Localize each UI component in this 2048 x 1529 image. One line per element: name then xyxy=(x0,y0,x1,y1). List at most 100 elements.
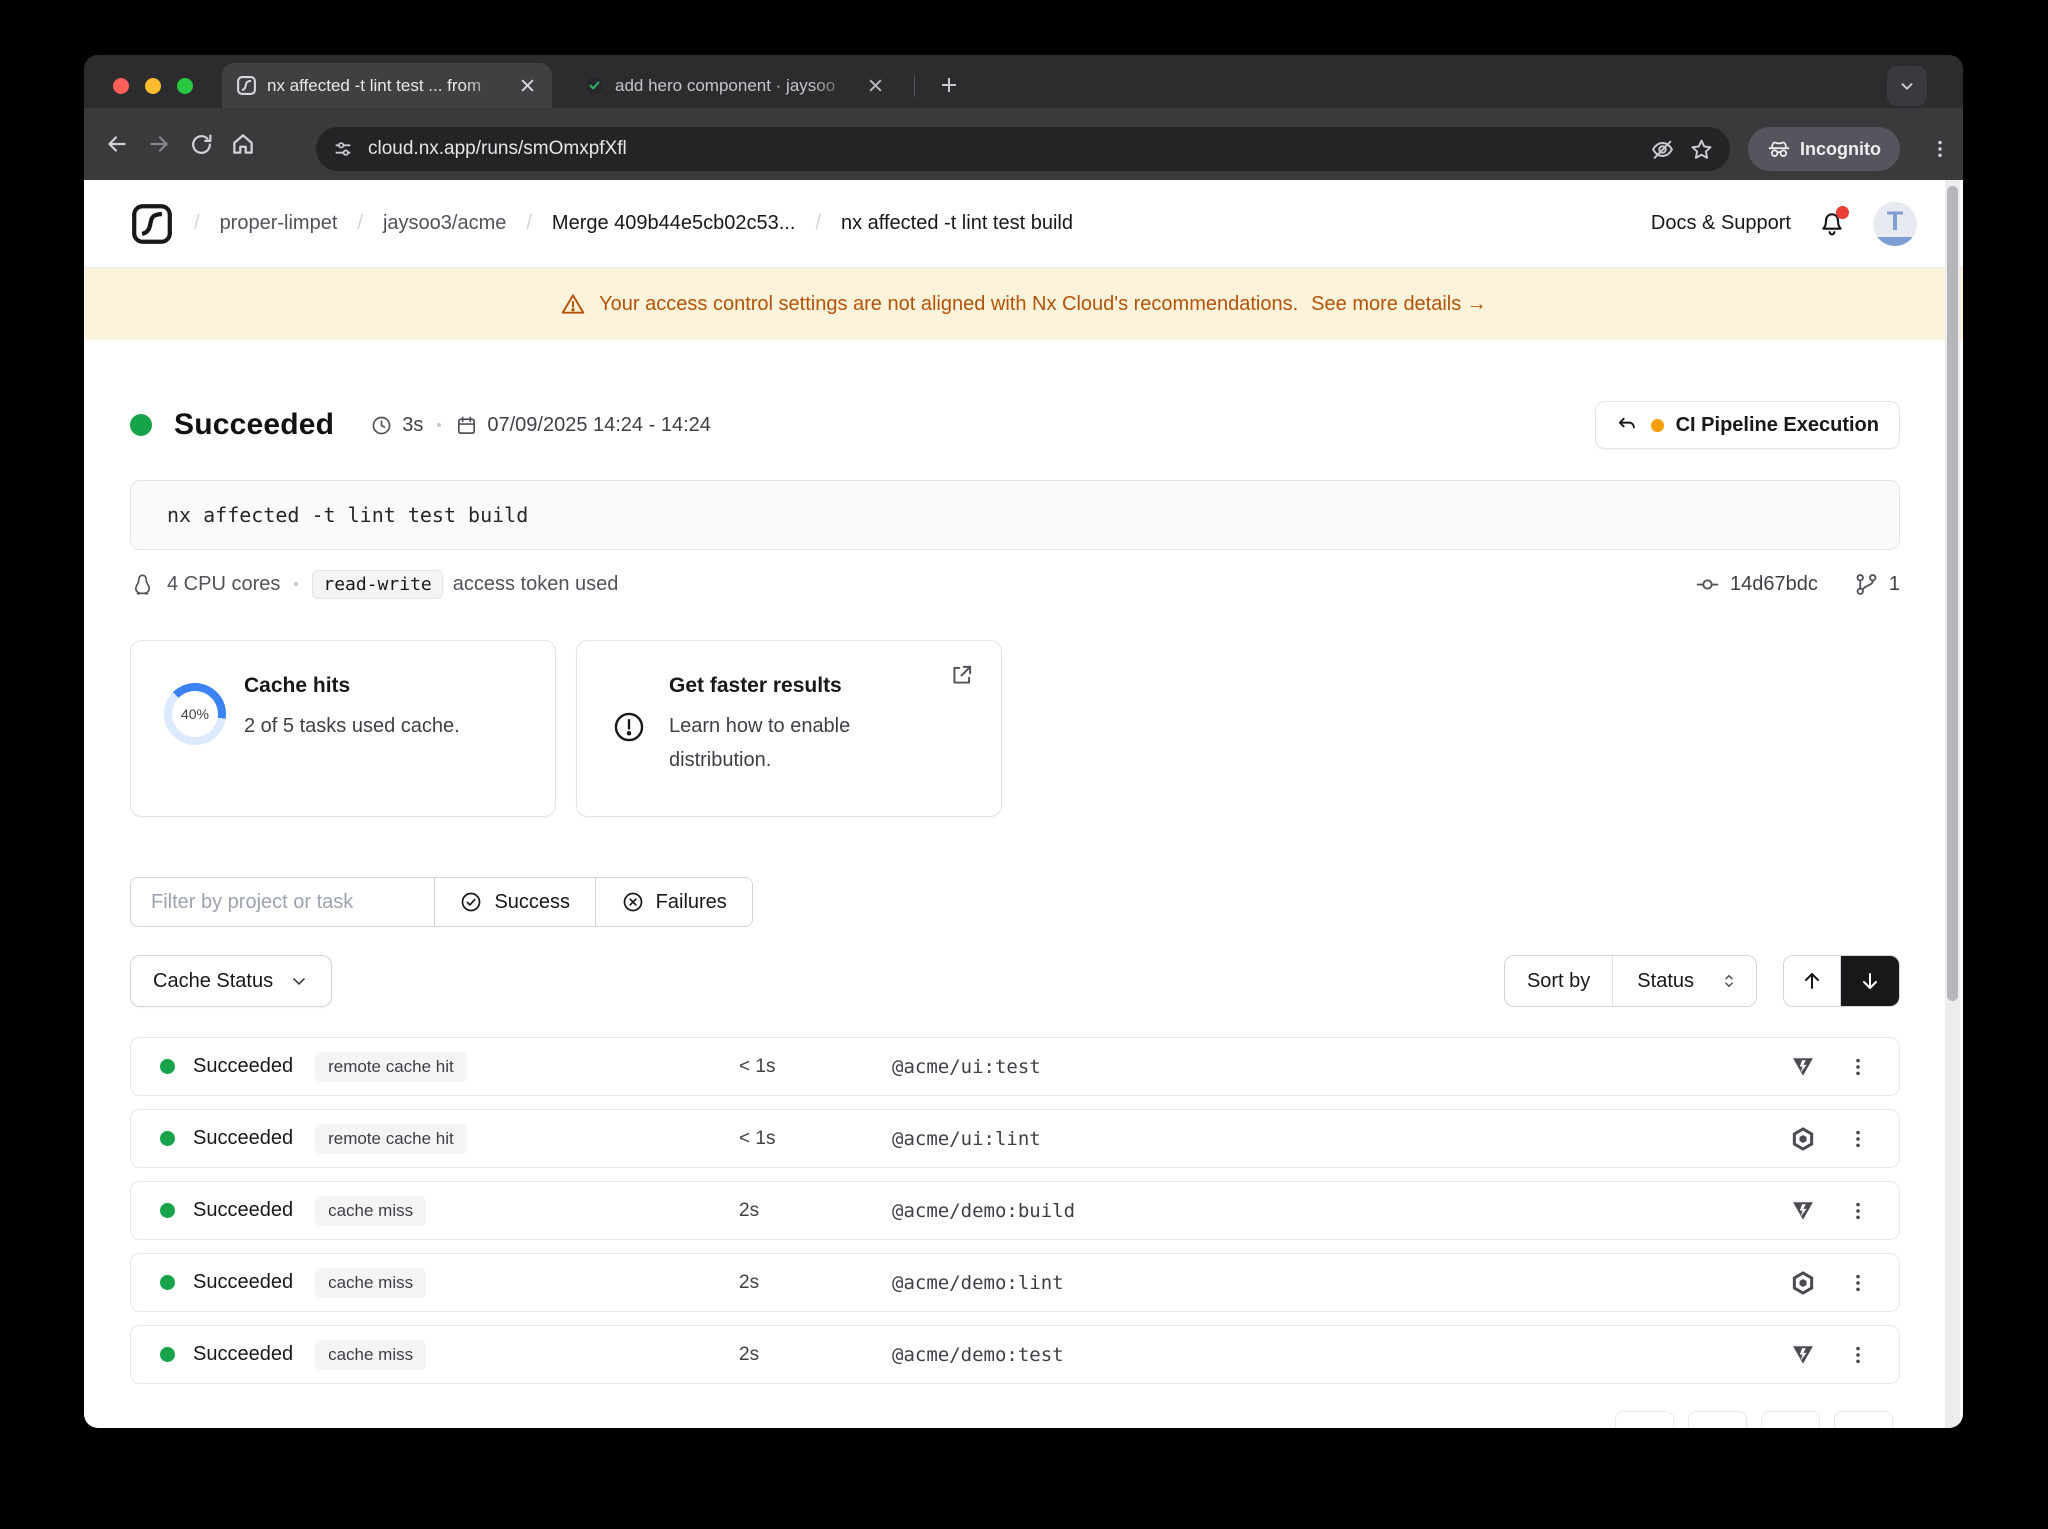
chevron-up-down-icon xyxy=(1720,972,1738,990)
banner-message: Your access control settings are not ali… xyxy=(599,293,1298,316)
clock-icon xyxy=(370,414,393,437)
calendar-icon xyxy=(455,414,478,437)
close-window-button[interactable] xyxy=(113,78,129,94)
task-filter-group: Success Failures xyxy=(130,877,753,927)
docs-support-link[interactable]: Docs & Support xyxy=(1651,212,1791,235)
vitest-icon xyxy=(1789,1053,1817,1081)
url-text[interactable]: cloud.nx.app/runs/smOmxpfXfl xyxy=(368,138,1636,160)
tab-title: nx affected -t lint test ... from xyxy=(267,76,506,96)
ci-pipeline-execution-button[interactable]: CI Pipeline Execution xyxy=(1595,401,1900,449)
task-row[interactable]: Succeeded cache miss 2s @acme/demo:build xyxy=(130,1181,1900,1240)
task-name: @acme/demo:build xyxy=(892,1200,1789,1222)
task-duration: < 1s xyxy=(739,1056,892,1078)
external-link-icon xyxy=(949,662,975,688)
task-status-label: Succeeded xyxy=(193,1127,293,1150)
back-button[interactable] xyxy=(96,123,138,165)
task-menu-icon[interactable] xyxy=(1847,1272,1869,1294)
minimize-window-button[interactable] xyxy=(145,78,161,94)
incognito-label: Incognito xyxy=(1800,139,1881,160)
task-cache-badge: remote cache hit xyxy=(315,1052,467,1082)
task-duration: 2s xyxy=(739,1272,892,1294)
get-faster-results-card[interactable]: Get faster results Learn how to enable d… xyxy=(576,640,1002,817)
pagination-button[interactable] xyxy=(1615,1411,1674,1428)
chrome-menu-icon[interactable] xyxy=(1929,138,1951,160)
pagination-button[interactable] xyxy=(1834,1411,1893,1428)
breadcrumb-separator: / xyxy=(526,212,532,235)
task-menu-icon[interactable] xyxy=(1847,1200,1869,1222)
task-menu-icon[interactable] xyxy=(1847,1344,1869,1366)
eslint-icon xyxy=(1789,1125,1817,1153)
notification-dot xyxy=(1836,206,1849,219)
task-row[interactable]: Succeeded remote cache hit < 1s @acme/ui… xyxy=(130,1109,1900,1168)
sort-field-select[interactable]: Status xyxy=(1613,956,1756,1006)
task-cache-badge: cache miss xyxy=(315,1196,426,1226)
access-warning-banner: Your access control settings are not ali… xyxy=(84,268,1963,340)
task-status-dot xyxy=(160,1131,175,1146)
tab-search-chevron-button[interactable] xyxy=(1887,66,1927,106)
sort-by-group: Sort by Status xyxy=(1504,955,1757,1007)
banner-details-link[interactable]: See more details → xyxy=(1311,293,1487,316)
task-name: @acme/ui:lint xyxy=(892,1128,1789,1150)
pipeline-button-label: CI Pipeline Execution xyxy=(1676,414,1879,437)
task-row[interactable]: Succeeded cache miss 2s @acme/demo:lint xyxy=(130,1253,1900,1312)
task-list: Succeeded remote cache hit < 1s @acme/ui… xyxy=(130,1037,1900,1384)
task-menu-icon[interactable] xyxy=(1847,1056,1869,1078)
new-tab-button[interactable] xyxy=(932,68,966,102)
home-button[interactable] xyxy=(222,123,264,165)
task-cache-badge: remote cache hit xyxy=(315,1124,467,1154)
zoom-window-button[interactable] xyxy=(177,78,193,94)
task-name: @acme/demo:test xyxy=(892,1344,1789,1366)
pagination-button[interactable] xyxy=(1761,1411,1820,1428)
page-scrollbar-thumb[interactable] xyxy=(1947,186,1958,1001)
task-status-dot xyxy=(160,1059,175,1074)
pagination-button[interactable] xyxy=(1688,1411,1747,1428)
breadcrumb-cipe[interactable]: Merge 409b44e5cb02c53... xyxy=(552,212,796,235)
task-name: @acme/ui:test xyxy=(892,1056,1789,1078)
tab-close-icon[interactable] xyxy=(516,75,538,97)
nx-cloud-logo-icon[interactable] xyxy=(130,202,174,246)
commit-hash[interactable]: 14d67bdc xyxy=(1730,573,1818,596)
notifications-bell-icon[interactable] xyxy=(1817,209,1847,239)
bookmark-star-icon[interactable] xyxy=(1689,137,1714,162)
task-menu-icon[interactable] xyxy=(1847,1128,1869,1150)
alert-circle-icon xyxy=(611,709,647,745)
sort-ascending-button[interactable] xyxy=(1784,956,1841,1006)
run-meta-row: 4 CPU cores read-write access token used… xyxy=(130,566,1900,602)
breadcrumb-run[interactable]: nx affected -t lint test build xyxy=(841,212,1073,235)
cache-status-dropdown[interactable]: Cache Status xyxy=(130,955,332,1007)
breadcrumb-org[interactable]: proper-limpet xyxy=(220,212,338,235)
breadcrumb-separator: / xyxy=(194,212,200,235)
task-cache-badge: cache miss xyxy=(315,1340,426,1370)
filter-input[interactable] xyxy=(131,878,435,926)
eye-off-icon[interactable] xyxy=(1650,137,1675,162)
page-scrollbar-track xyxy=(1945,180,1960,1428)
filter-failures-button[interactable]: Failures xyxy=(596,878,753,926)
cache-donut: 40% xyxy=(164,683,226,745)
access-token-text: access token used xyxy=(453,573,619,596)
task-row[interactable]: Succeeded remote cache hit < 1s @acme/ui… xyxy=(130,1037,1900,1096)
task-duration: < 1s xyxy=(739,1128,892,1150)
avatar[interactable]: T xyxy=(1873,202,1917,246)
tab-close-icon[interactable] xyxy=(864,75,886,97)
meta-separator xyxy=(437,423,441,427)
window-controls xyxy=(113,78,193,94)
task-status-label: Succeeded xyxy=(193,1271,293,1294)
meta-separator xyxy=(294,582,298,586)
site-settings-icon[interactable] xyxy=(332,138,354,160)
breadcrumb: / proper-limpet / jaysoo3/acme / Merge 4… xyxy=(130,202,1073,246)
url-bar[interactable]: cloud.nx.app/runs/smOmxpfXfl xyxy=(316,127,1730,171)
branch-count[interactable]: 1 xyxy=(1889,573,1900,596)
sort-descending-button[interactable] xyxy=(1841,956,1899,1006)
task-row[interactable]: Succeeded cache miss 2s @acme/demo:test xyxy=(130,1325,1900,1384)
tab-strip: nx affected -t lint test ... from add he… xyxy=(84,55,1963,108)
breadcrumb-repo[interactable]: jaysoo3/acme xyxy=(383,212,506,235)
browser-tab-active[interactable]: nx affected -t lint test ... from xyxy=(222,63,552,108)
reload-button[interactable] xyxy=(180,123,222,165)
filter-success-button[interactable]: Success xyxy=(435,878,596,926)
browser-tab-inactive[interactable]: add hero component · jaysoo xyxy=(570,63,900,108)
run-status-row: Succeeded 3s 07/09/2025 14:24 - 14:24 xyxy=(130,400,1900,450)
vitest-icon xyxy=(1789,1197,1817,1225)
forward-button[interactable] xyxy=(138,123,180,165)
cpu-cores: 4 CPU cores xyxy=(167,573,280,596)
task-status-dot xyxy=(160,1275,175,1290)
